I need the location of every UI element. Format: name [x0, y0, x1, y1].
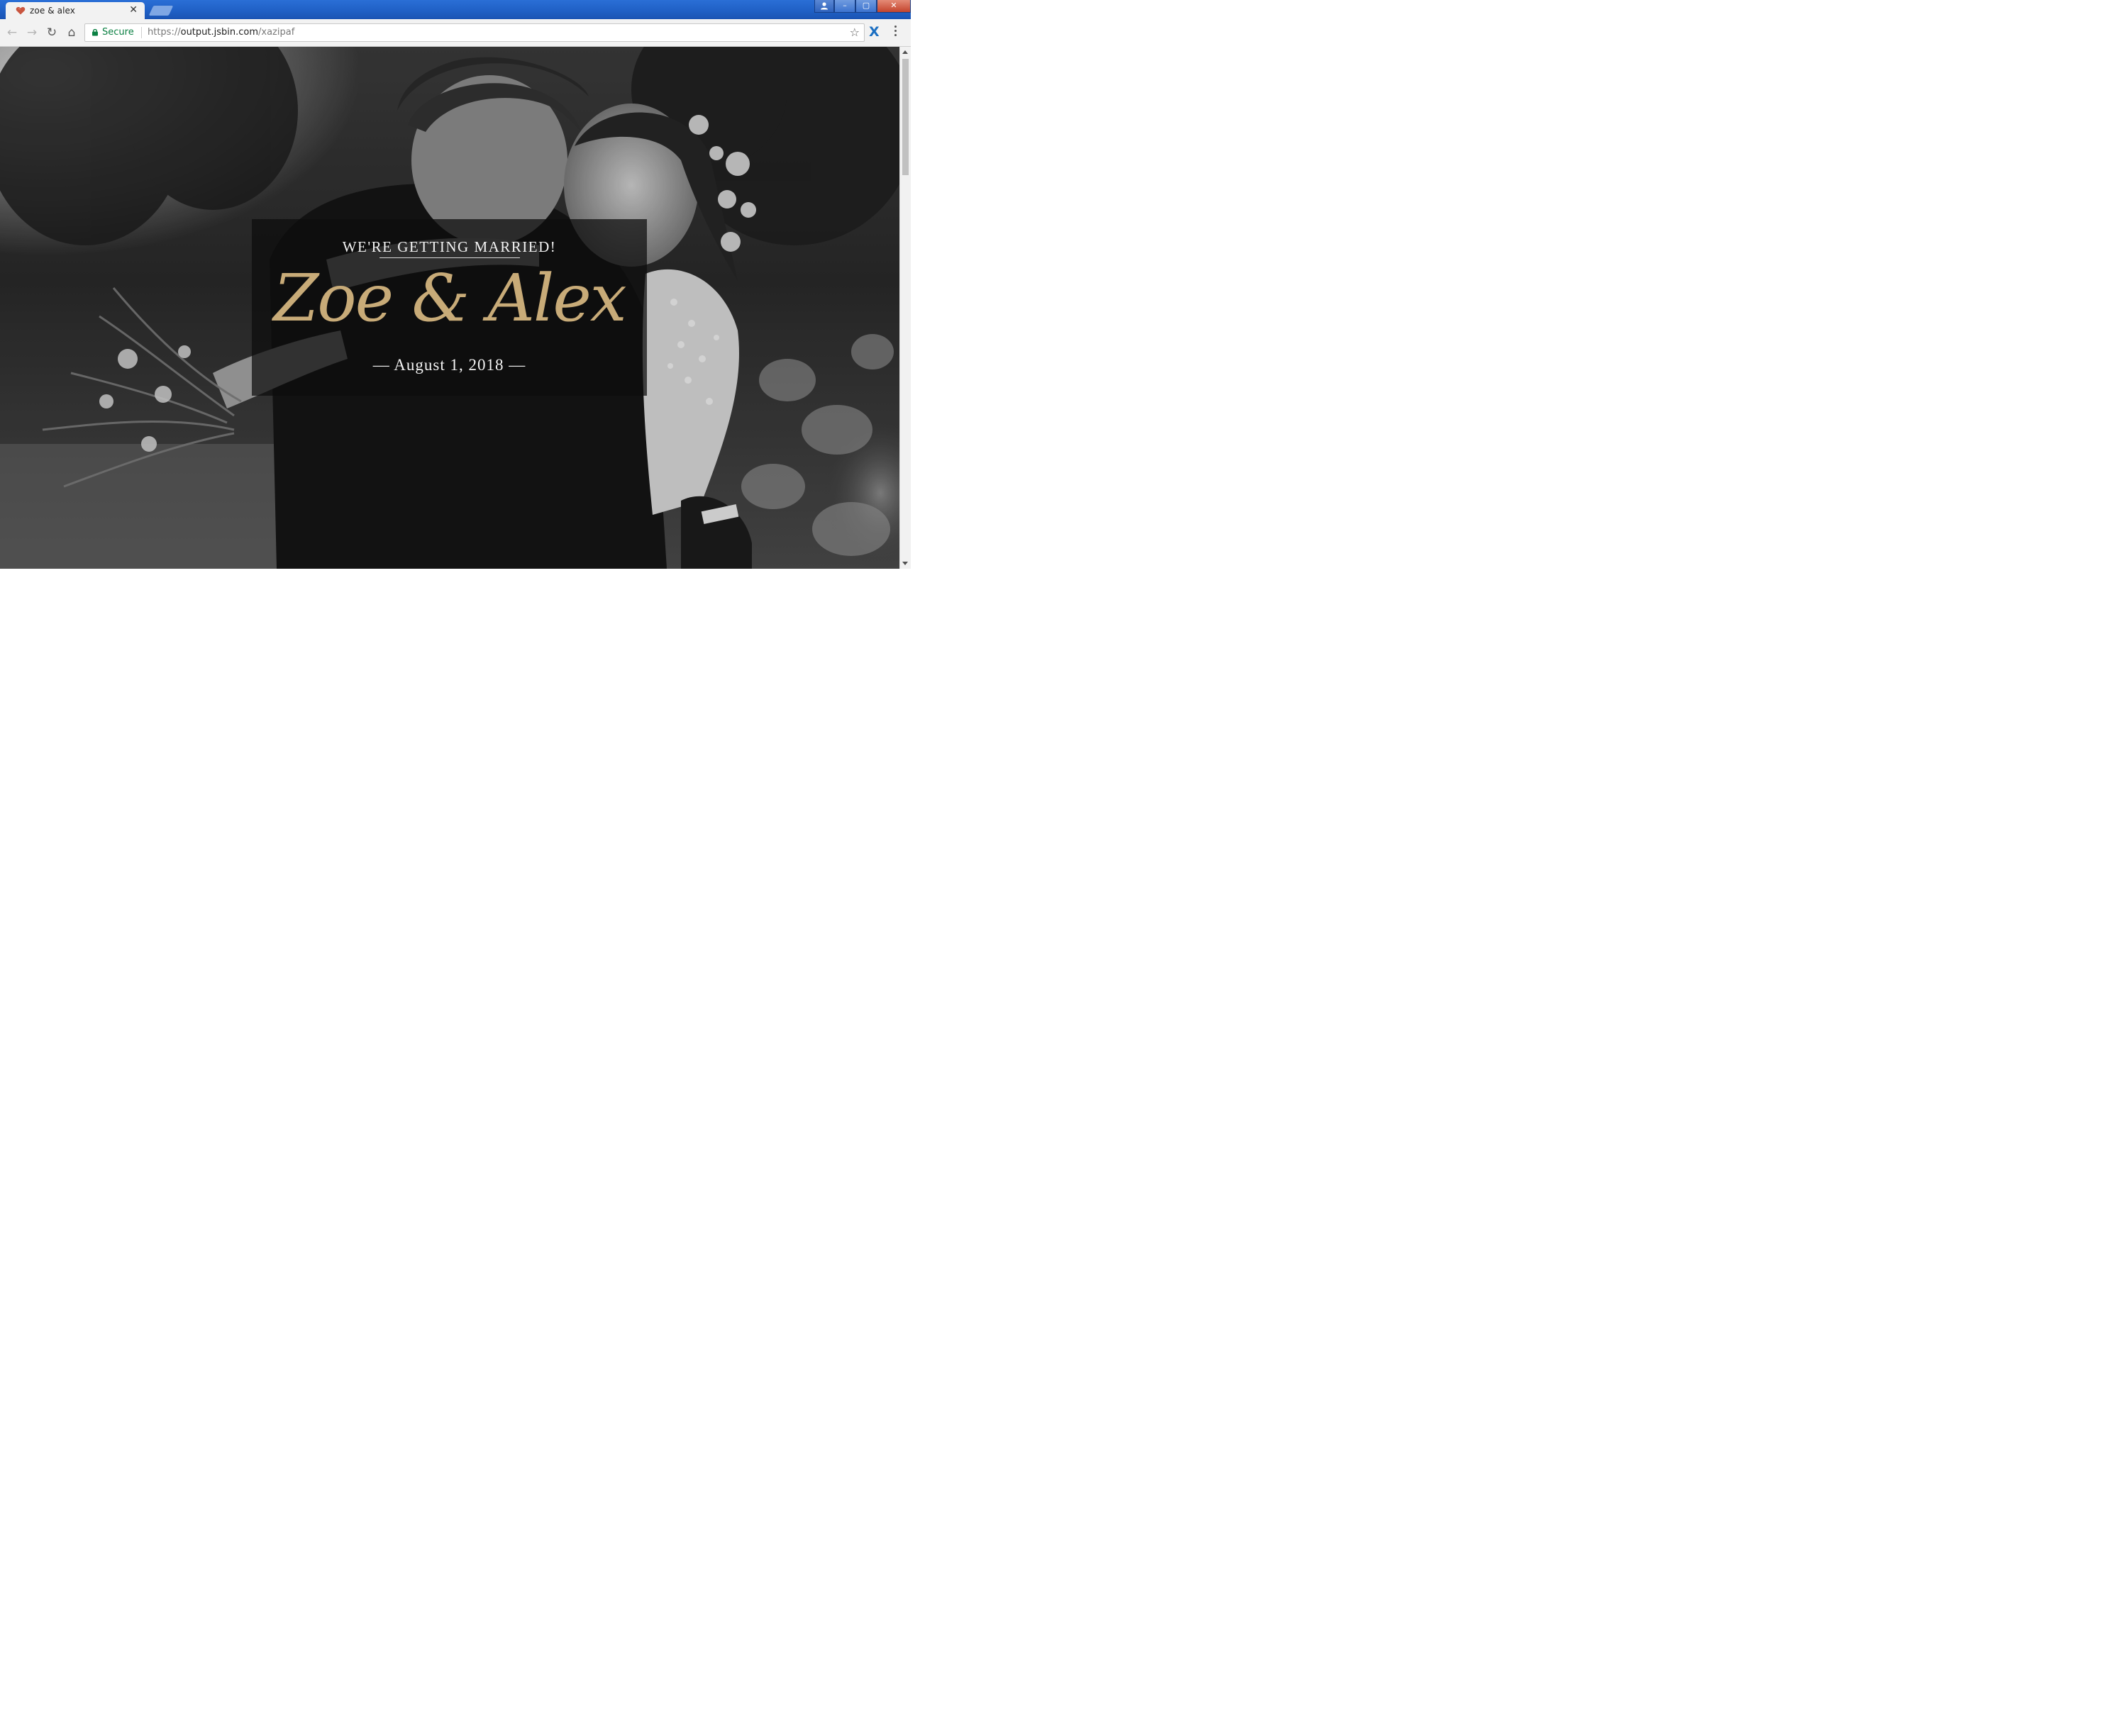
page-viewport: WE'RE GETTING MARRIED! Zoe & Alex — Augu… — [0, 47, 899, 569]
forward-button[interactable]: → — [25, 26, 39, 40]
url-text[interactable]: https://output.jsbin.com/xazipaf — [148, 27, 294, 38]
browser-window: zoe & alex ✕ – ▢ ✕ ← → ↻ ⌂ Secure https:… — [0, 0, 911, 569]
minimize-button[interactable]: – — [834, 0, 855, 13]
maximize-button[interactable]: ▢ — [855, 0, 877, 13]
hero-card: WE'RE GETTING MARRIED! Zoe & Alex — Augu… — [252, 219, 647, 396]
lock-icon — [92, 28, 98, 36]
back-button[interactable]: ← — [5, 26, 19, 40]
browser-menu-icon[interactable] — [894, 26, 897, 38]
browser-toolbar: ← → ↻ ⌂ Secure https://output.jsbin.com/… — [0, 19, 911, 47]
secure-label: Secure — [102, 27, 134, 38]
user-profile-icon[interactable] — [814, 0, 834, 13]
new-tab-button[interactable] — [148, 6, 174, 16]
address-separator — [141, 27, 142, 38]
title-bar: zoe & alex ✕ – ▢ ✕ — [0, 0, 911, 19]
wedding-date: — August 1, 2018 — — [372, 356, 526, 374]
heart-favicon-icon — [16, 6, 26, 15]
reload-button[interactable]: ↻ — [45, 26, 59, 40]
hero-eyebrow: WE'RE GETTING MARRIED! — [342, 238, 557, 255]
scroll-up-arrow-icon[interactable] — [902, 50, 908, 54]
browser-tab[interactable]: zoe & alex ✕ — [6, 2, 145, 19]
address-bar[interactable]: Secure https://output.jsbin.com/xazipaf … — [84, 23, 865, 42]
url-path: /xazipaf — [258, 27, 295, 38]
scroll-down-arrow-icon[interactable] — [902, 562, 908, 565]
url-host: output.jsbin.com — [180, 27, 259, 38]
tab-title: zoe & alex — [30, 6, 75, 16]
window-controls: – ▢ ✕ — [814, 0, 911, 13]
url-scheme: https:// — [148, 27, 181, 38]
vertical-scrollbar[interactable] — [899, 47, 911, 569]
bookmark-star-icon[interactable]: ☆ — [850, 26, 860, 39]
couple-names: Zoe & Alex — [273, 260, 626, 336]
home-button[interactable]: ⌂ — [65, 26, 79, 40]
close-window-button[interactable]: ✕ — [877, 0, 911, 13]
eyebrow-divider — [379, 257, 520, 258]
tab-close-icon[interactable]: ✕ — [129, 4, 138, 16]
extension-x-icon[interactable]: X — [869, 24, 880, 40]
scrollbar-thumb[interactable] — [902, 59, 909, 175]
